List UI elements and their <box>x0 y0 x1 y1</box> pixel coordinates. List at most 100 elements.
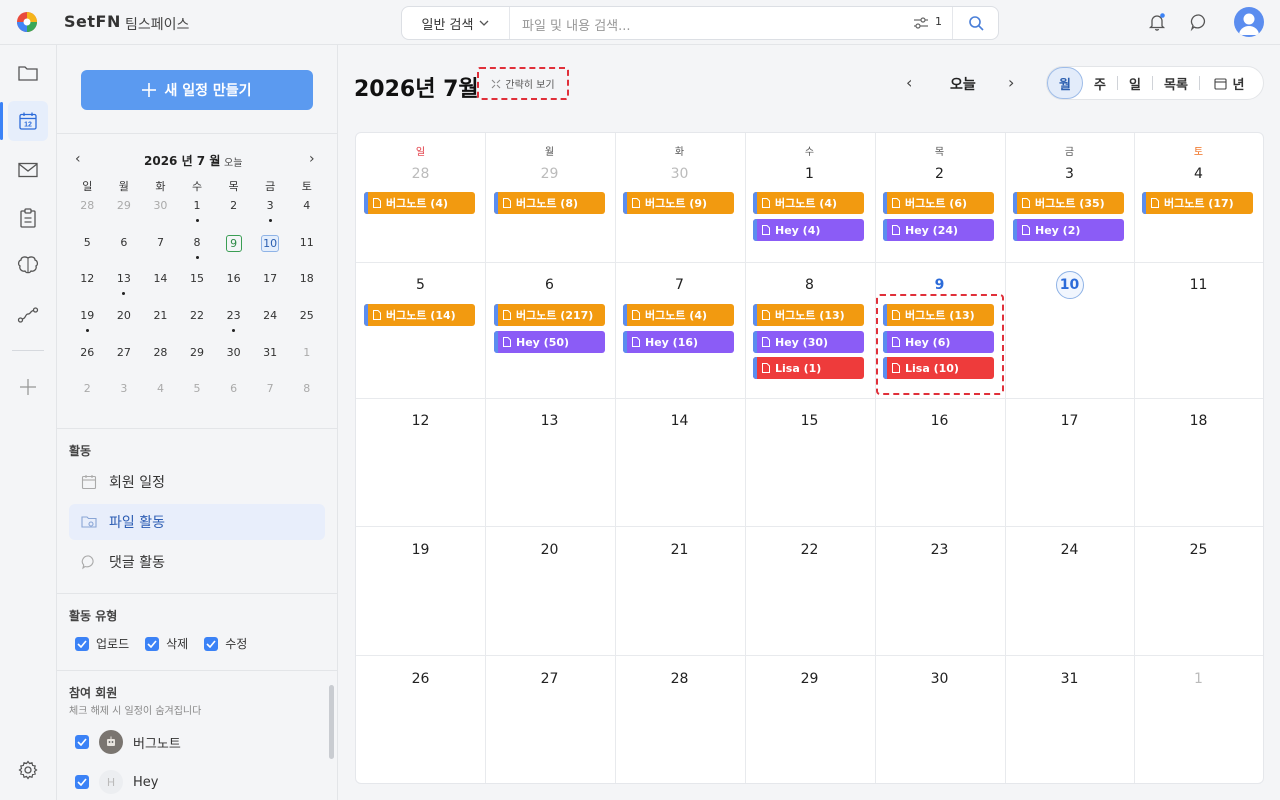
mini-day[interactable]: 19 <box>69 308 106 345</box>
day-number[interactable]: 26 <box>356 671 485 687</box>
event-chip[interactable]: 버그노트 (217) <box>494 304 605 326</box>
activity-comment-activity[interactable]: 댓글 활동 <box>69 544 325 580</box>
rail-brain[interactable] <box>8 245 48 285</box>
mini-day[interactable]: 21 <box>142 308 179 345</box>
chat-icon[interactable] <box>1189 12 1209 32</box>
check-icon[interactable] <box>75 735 89 749</box>
type-edit-checkbox[interactable]: 수정 <box>204 635 247 652</box>
mini-prev-month-button[interactable]: ‹ <box>75 151 81 167</box>
event-chip[interactable]: 버그노트 (8) <box>494 192 605 214</box>
activity-member-schedule[interactable]: 회원 일정 <box>69 464 325 500</box>
mini-day[interactable]: 4 <box>288 198 325 235</box>
day-number[interactable]: 25 <box>1134 542 1263 558</box>
tab-day[interactable]: 일 <box>1118 67 1152 99</box>
mini-day[interactable]: 30 <box>215 345 252 382</box>
check-icon[interactable] <box>75 775 89 789</box>
mini-day[interactable]: 18 <box>288 271 325 308</box>
mini-day[interactable]: 16 <box>215 271 252 308</box>
mini-day[interactable]: 2 <box>215 198 252 235</box>
member-row[interactable]: 버그노트 <box>75 730 181 754</box>
mini-day[interactable]: 2 <box>69 381 106 418</box>
mini-day[interactable]: 24 <box>252 308 289 345</box>
day-number[interactable]: 5 <box>356 277 485 293</box>
day-number-selected[interactable]: 9 <box>875 277 1004 293</box>
mini-day[interactable]: 7 <box>252 381 289 418</box>
new-event-button[interactable]: 새 일정 만들기 <box>81 70 313 110</box>
event-chip[interactable]: Hey (2) <box>1013 219 1124 241</box>
tab-list[interactable]: 목록 <box>1153 67 1199 99</box>
day-number[interactable]: 15 <box>745 413 874 429</box>
day-number[interactable]: 27 <box>485 671 614 687</box>
mini-day[interactable]: 9 <box>215 234 252 272</box>
rail-calendar[interactable]: 12 <box>8 101 48 141</box>
day-number[interactable]: 21 <box>615 542 744 558</box>
day-number[interactable]: 31 <box>1005 671 1134 687</box>
event-chip[interactable]: 버그노트 (4) <box>623 304 734 326</box>
day-number[interactable]: 16 <box>875 413 1004 429</box>
type-delete-checkbox[interactable]: 삭제 <box>145 635 188 652</box>
mini-day[interactable]: 22 <box>179 308 216 345</box>
day-number[interactable]: 23 <box>875 542 1004 558</box>
day-number[interactable]: 11 <box>1134 277 1263 293</box>
day-number[interactable]: 20 <box>485 542 614 558</box>
event-chip[interactable]: 버그노트 (4) <box>364 192 475 214</box>
event-chip[interactable]: Hey (30) <box>753 331 864 353</box>
day-number[interactable]: 30 <box>875 671 1004 687</box>
rail-mail[interactable] <box>8 150 48 190</box>
type-upload-checkbox[interactable]: 업로드 <box>75 635 129 652</box>
day-number[interactable]: 24 <box>1005 542 1134 558</box>
rail-clipboard[interactable] <box>8 198 48 238</box>
mini-day[interactable]: 3 <box>106 381 143 418</box>
tab-year[interactable]: 년 <box>1200 67 1258 99</box>
mini-today-button[interactable]: 오늘 <box>224 154 242 169</box>
day-number[interactable]: 1 <box>1134 671 1263 687</box>
mini-day[interactable]: 1 <box>179 198 216 235</box>
rail-settings[interactable] <box>8 750 48 790</box>
activity-file-activity[interactable]: 파일 활동 <box>69 504 325 540</box>
mini-day[interactable]: 8 <box>179 235 216 272</box>
mini-day[interactable]: 6 <box>106 235 143 272</box>
mini-day[interactable]: 25 <box>288 308 325 345</box>
today-button[interactable]: 오늘 <box>950 74 976 94</box>
day-number[interactable]: 13 <box>485 413 614 429</box>
day-number-today[interactable]: 10 <box>1005 271 1134 299</box>
search-input[interactable]: 파일 및 내용 검색... <box>522 15 631 34</box>
mini-day[interactable]: 26 <box>69 345 106 382</box>
day-number[interactable]: 14 <box>615 413 744 429</box>
day-number[interactable]: 6 <box>485 277 614 293</box>
day-number[interactable]: 12 <box>356 413 485 429</box>
day-number[interactable]: 2 <box>875 166 1004 182</box>
tab-month[interactable]: 월 <box>1047 67 1083 99</box>
search-mode-dropdown[interactable]: 일반 검색 <box>402 7 510 39</box>
mini-next-month-button[interactable]: › <box>309 151 315 167</box>
mini-day[interactable]: 17 <box>252 271 289 308</box>
event-chip[interactable]: 버그노트 (14) <box>364 304 475 326</box>
search-button[interactable] <box>952 7 998 39</box>
mini-day[interactable]: 11 <box>288 235 325 272</box>
day-number[interactable]: 29 <box>485 166 614 182</box>
mini-day[interactable]: 30 <box>142 198 179 235</box>
mini-day[interactable]: 28 <box>142 345 179 382</box>
mini-day[interactable]: 10 <box>252 234 289 272</box>
day-number[interactable]: 30 <box>615 166 744 182</box>
event-chip[interactable]: Hey (4) <box>753 219 864 241</box>
mini-day[interactable]: 3 <box>252 198 289 235</box>
mini-day[interactable]: 7 <box>142 235 179 272</box>
day-number[interactable]: 1 <box>745 166 874 182</box>
mini-day[interactable]: 28 <box>69 198 106 235</box>
user-avatar[interactable] <box>1234 7 1264 37</box>
tab-week[interactable]: 주 <box>1083 67 1117 99</box>
app-logo-icon[interactable] <box>16 11 38 33</box>
mini-day[interactable]: 12 <box>69 271 106 308</box>
mini-day[interactable]: 27 <box>106 345 143 382</box>
bell-icon[interactable] <box>1147 12 1167 32</box>
day-number[interactable]: 8 <box>745 277 874 293</box>
mini-day[interactable]: 23 <box>215 308 252 345</box>
member-row[interactable]: H Hey <box>75 770 158 794</box>
prev-month-button[interactable]: ‹ <box>906 73 912 92</box>
mini-day[interactable]: 5 <box>179 381 216 418</box>
filter-icon[interactable] <box>913 16 929 30</box>
mini-day[interactable]: 20 <box>106 308 143 345</box>
event-chip[interactable]: 버그노트 (9) <box>623 192 734 214</box>
event-chip[interactable]: Lisa (1) <box>753 357 864 379</box>
